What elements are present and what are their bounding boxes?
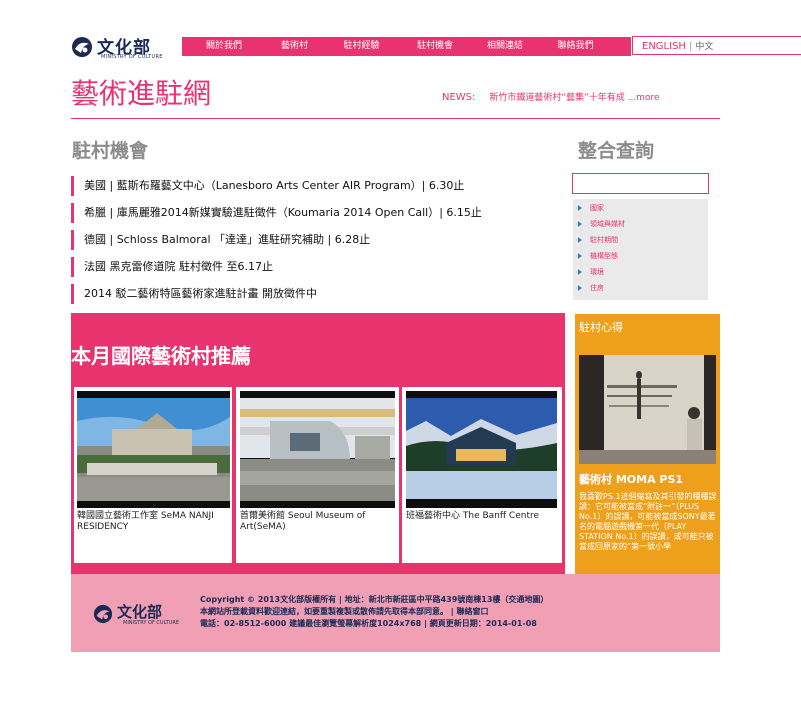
nav-art-village[interactable]: 藝術村: [266, 37, 323, 56]
nav-related-links[interactable]: 相關連結: [470, 37, 540, 56]
footer-contact: 電話：02-8512-6000 建議最佳瀏覽螢幕解析度1024x768 | 網頁…: [200, 619, 537, 628]
ministry-logo[interactable]: 文化部 MINISTRY OF CULTURE: [71, 33, 166, 61]
experience-photo[interactable]: [579, 355, 716, 464]
opportunity-item[interactable]: 2014 駁二藝術特區藝術家進駐計畫 開放徵件中: [71, 284, 561, 304]
footer-terms: 本網站所登載資料歡迎連結，如要重製複製或散佈請先取得本部同意。 | 聯絡窗口: [200, 607, 489, 616]
experience-text: 我喜歡PS.1這個縮寫及其引發的種種誤讀：它可能被當成“附註一”（PLUS No…: [579, 492, 717, 551]
opportunity-item[interactable]: 德國 | Schloss Balmoral 「達達」進駐研究補助 | 6.28止: [71, 230, 561, 250]
language-switch: ENGLISH | 中文: [632, 36, 801, 55]
card-photo[interactable]: [406, 391, 557, 508]
search-input[interactable]: [572, 173, 709, 194]
news-ticker: NEWS: 新竹市鐵道藝術村“藝集”十年有成 ...more: [442, 90, 660, 103]
triangle-bullet-icon: [578, 285, 582, 291]
filter-housing[interactable]: 住房: [578, 283, 604, 293]
artist-photo-image: [579, 355, 716, 464]
banff-photo-image: [406, 391, 557, 508]
card-photo[interactable]: [240, 391, 395, 508]
recommend-card[interactable]: 韓國國立藝術工作室 SeMA NANJI RESIDENCY: [74, 387, 232, 563]
main-nav: 關於我們 藝術村 駐村經驗 駐村機會 相關連結 聯絡我們: [182, 37, 631, 56]
triangle-bullet-icon: [578, 237, 582, 243]
opportunities-heading: 駐村機會: [72, 140, 149, 162]
triangle-bullet-icon: [578, 205, 582, 211]
filter-environment[interactable]: 環境: [578, 267, 604, 277]
logo-emblem-icon: [93, 604, 113, 624]
card-caption[interactable]: 首爾美術館 Seoul Museum of Art(SeMA): [240, 511, 390, 533]
recommend-card[interactable]: 首爾美術館 Seoul Museum of Art(SeMA): [236, 387, 399, 563]
news-link[interactable]: 新竹市鐵道藝術村“藝集”十年有成 ...more: [489, 93, 659, 103]
filter-institution-type[interactable]: 機構型態: [578, 251, 618, 261]
opportunities-list: 美國 | 藍斯布羅藝文中心（Lanesboro Arts Center AIR …: [71, 176, 561, 311]
museum-photo-image: [240, 391, 395, 508]
footer-info: Copyright © 2013文化部版權所有 | 地址：新北市新莊區中平路43…: [200, 594, 548, 630]
triangle-bullet-icon: [578, 269, 582, 275]
recommend-heading: 本月國際藝術村推薦: [71, 344, 251, 368]
filter-country[interactable]: 國家: [578, 203, 604, 213]
nav-residency-opportunities[interactable]: 駐村機會: [400, 37, 470, 56]
opportunity-item[interactable]: 美國 | 藍斯布羅藝文中心（Lanesboro Arts Center AIR …: [71, 176, 561, 196]
footer-logo: 文化部 MINISTRY OF CULTURE: [93, 602, 188, 628]
opportunity-item[interactable]: 法國 黑克雷修道院 駐村徵件 至6.17止: [71, 257, 561, 277]
lang-english-link[interactable]: ENGLISH: [642, 41, 686, 52]
card-photo[interactable]: [77, 391, 230, 508]
footer-logo-name: 文化部: [117, 603, 163, 621]
filter-period[interactable]: 駐村期間: [578, 235, 618, 245]
nav-about[interactable]: 關於我們: [182, 37, 266, 56]
building-photo-image: [77, 391, 230, 508]
recommend-card[interactable]: 班福藝術中心 The Banff Centre: [402, 387, 562, 563]
lang-chinese-link[interactable]: 中文: [695, 42, 713, 52]
triangle-bullet-icon: [578, 221, 582, 227]
news-label: NEWS:: [442, 92, 476, 103]
logo-emblem-icon: [72, 37, 92, 57]
lang-separator: |: [688, 41, 693, 52]
footer-copyright: Copyright © 2013文化部版權所有 | 地址：新北市新莊區中平路43…: [200, 595, 549, 604]
logo-subtitle: MINISTRY OF CULTURE: [101, 54, 163, 60]
nav-residency-experience[interactable]: 駐村經驗: [323, 37, 400, 56]
header-divider: [71, 118, 720, 119]
experience-heading: 駐村心得: [579, 321, 623, 334]
search-heading: 整合查詢: [578, 140, 655, 162]
opportunity-item[interactable]: 希臘 | 庫馬麗雅2014新媒實驗進駐徵件（Koumaria 2014 Open…: [71, 203, 561, 223]
card-caption[interactable]: 班福藝術中心 The Banff Centre: [406, 511, 560, 522]
card-caption[interactable]: 韓國國立藝術工作室 SeMA NANJI RESIDENCY: [77, 511, 232, 533]
filter-field-media[interactable]: 領域與媒材: [578, 219, 625, 229]
experience-title[interactable]: 藝術村 MOMA PS1: [579, 471, 683, 487]
triangle-bullet-icon: [578, 253, 582, 259]
footer-logo-subtitle: MINISTRY OF CULTURE: [123, 620, 180, 626]
nav-contact[interactable]: 聯絡我們: [540, 37, 611, 56]
search-filter-list: 國家 領域與媒材 駐村期間 機構型態 環境 住房: [573, 199, 708, 300]
site-title[interactable]: 藝術進駐網: [71, 72, 211, 112]
